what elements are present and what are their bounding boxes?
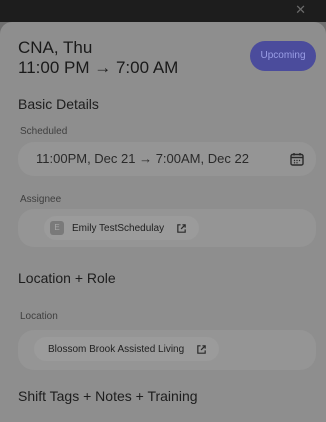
avatar: E — [50, 221, 64, 235]
section-shift-tags: Shift Tags + Notes + Training — [18, 388, 198, 404]
assignee-name: Emily TestSchedulay — [72, 222, 165, 234]
calendar-icon[interactable] — [290, 152, 304, 166]
status-badge: Upcoming — [250, 41, 316, 71]
assignee-chip[interactable]: E Emily TestSchedulay — [44, 216, 200, 240]
location-name: Blossom Brook Assisted Living — [48, 343, 185, 355]
scheduled-field[interactable]: 11:00PM, Dec 21 → 7:00AM, Dec 22 — [18, 142, 316, 176]
close-icon[interactable]: ✕ — [295, 3, 306, 16]
scheduled-value: 11:00PM, Dec 21 → 7:00AM, Dec 22 — [36, 151, 249, 166]
shift-details-sheet: CNA, Thu 11:00 PM → 7:00 AM Upcoming Bas… — [0, 22, 326, 422]
external-link-icon[interactable] — [176, 223, 187, 234]
shift-role-day: CNA, Thu — [18, 38, 93, 57]
shift-title: CNA, Thu 11:00 PM → 7:00 AM — [18, 38, 178, 78]
location-label: Location — [20, 311, 58, 322]
section-basic-details: Basic Details — [18, 96, 99, 112]
assignee-field: E Emily TestSchedulay — [18, 209, 316, 247]
location-chip[interactable]: Blossom Brook Assisted Living — [34, 337, 220, 361]
top-bar: ✕ — [0, 0, 326, 22]
location-field: Blossom Brook Assisted Living — [18, 330, 316, 370]
shift-time-range: 11:00 PM → 7:00 AM — [18, 58, 179, 77]
external-link-icon[interactable] — [196, 344, 207, 355]
section-location-role: Location + Role — [18, 270, 116, 286]
assignee-label: Assignee — [20, 194, 62, 205]
scheduled-label: Scheduled — [20, 126, 68, 137]
